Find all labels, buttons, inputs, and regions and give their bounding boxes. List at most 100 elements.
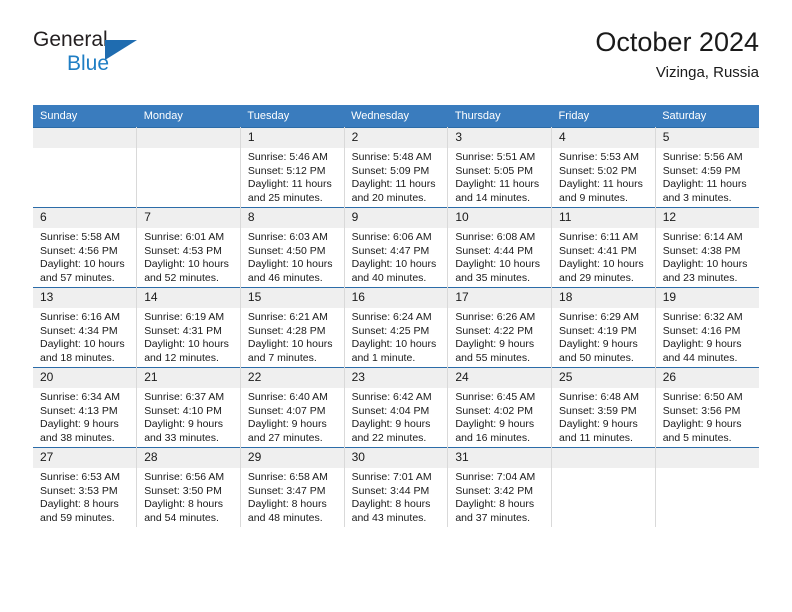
- sunset-text: Sunset: 4:25 PM: [351, 324, 430, 337]
- daylight-text: Daylight: 10 hours and 35 minutes.: [455, 258, 540, 284]
- general-blue-logo[interactable]: General Blue: [33, 28, 163, 84]
- daylight-text: Daylight: 11 hours and 3 minutes.: [662, 178, 747, 204]
- day-details: Sunrise: 6:21 AM Sunset: 4:28 PM Daylight:…: [241, 308, 344, 365]
- day-number: 26: [655, 368, 759, 388]
- calendar-day-cell[interactable]: 10 Sunrise: 6:08 AM Sunset: 4:44 PM Dayligh…: [447, 207, 553, 288]
- calendar-day-cell[interactable]: 20 Sunrise: 6:34 AM Sunset: 4:13 PM Dayligh…: [33, 367, 138, 448]
- calendar-day-cell[interactable]: 24 Sunrise: 6:45 AM Sunset: 4:02 PM Dayligh…: [447, 367, 553, 448]
- calendar-day-cell[interactable]: 3 Sunrise: 5:51 AM Sunset: 5:05 PM Daylight…: [447, 127, 553, 208]
- sunset-text: Sunset: 3:44 PM: [351, 484, 430, 497]
- daylight-text: Daylight: 11 hours and 25 minutes.: [247, 178, 332, 204]
- sunset-text: Sunset: 4:56 PM: [40, 244, 118, 257]
- daylight-text: Daylight: 10 hours and 52 minutes.: [144, 258, 229, 284]
- calendar-cell-empty: [655, 447, 759, 527]
- calendar-day-cell[interactable]: 4 Sunrise: 5:53 AM Sunset: 5:02 PM Daylight…: [551, 127, 656, 208]
- calendar-day-cell[interactable]: 6 Sunrise: 5:58 AM Sunset: 4:56 PM Daylight…: [33, 207, 138, 288]
- calendar-day-cell[interactable]: 22 Sunrise: 6:40 AM Sunset: 4:07 PM Dayligh…: [240, 367, 345, 448]
- calendar-cell-empty: [136, 127, 241, 208]
- sunset-text: Sunset: 4:02 PM: [455, 404, 533, 417]
- sunrise-text: Sunrise: 6:29 AM: [559, 311, 639, 323]
- daylight-text: Daylight: 9 hours and 38 minutes.: [40, 418, 119, 444]
- weekday-header-row: Sunday Monday Tuesday Wednesday Thursday…: [33, 105, 759, 128]
- daylight-text: Daylight: 11 hours and 9 minutes.: [559, 178, 643, 204]
- day-number: 30: [344, 448, 448, 468]
- day-number: 11: [552, 208, 655, 228]
- day-number: 29: [240, 448, 344, 468]
- sunrise-text: Sunrise: 7:04 AM: [455, 471, 536, 483]
- calendar-day-cell[interactable]: 1 Sunrise: 5:46 AM Sunset: 5:12 PM Daylight…: [240, 127, 345, 208]
- calendar-week-row: 27 Sunrise: 6:53 AM Sunset: 3:53 PM Dayligh…: [33, 447, 759, 527]
- calendar-day-cell[interactable]: 5 Sunrise: 5:56 AM Sunset: 4:59 PM Daylight…: [655, 127, 759, 208]
- sunrise-text: Sunrise: 6:53 AM: [40, 471, 120, 483]
- day-number: 4: [552, 128, 655, 148]
- day-details: Sunrise: 6:11 AM Sunset: 4:41 PM Daylight:…: [552, 228, 655, 285]
- calendar-day-cell[interactable]: 29 Sunrise: 6:58 AM Sunset: 3:47 PM Dayligh…: [240, 447, 345, 527]
- sunrise-text: Sunrise: 6:08 AM: [455, 231, 536, 243]
- sunrise-text: Sunrise: 6:50 AM: [662, 391, 743, 403]
- calendar-day-cell[interactable]: 27 Sunrise: 6:53 AM Sunset: 3:53 PM Dayligh…: [33, 447, 138, 527]
- calendar-day-cell[interactable]: 31 Sunrise: 7:04 AM Sunset: 3:42 PM Dayligh…: [447, 447, 553, 527]
- title-block: October 2024 Vizinga, Russia: [595, 26, 759, 83]
- sunset-text: Sunset: 4:44 PM: [455, 244, 533, 257]
- sunset-text: Sunset: 4:50 PM: [247, 244, 326, 257]
- day-details: Sunrise: 5:58 AM Sunset: 4:56 PM Daylight:…: [33, 228, 136, 285]
- calendar-day-cell[interactable]: 16 Sunrise: 6:24 AM Sunset: 4:25 PM Dayligh…: [344, 287, 449, 368]
- daylight-text: Daylight: 8 hours and 59 minutes.: [40, 498, 119, 524]
- sunset-text: Sunset: 4:16 PM: [662, 324, 741, 337]
- weekday-header-tuesday: Tuesday: [240, 105, 345, 128]
- calendar-day-cell[interactable]: 21 Sunrise: 6:37 AM Sunset: 4:10 PM Dayligh…: [136, 367, 241, 448]
- sunrise-text: Sunrise: 6:14 AM: [662, 231, 743, 243]
- day-details: Sunrise: 6:50 AM Sunset: 3:56 PM Daylight:…: [656, 388, 759, 445]
- calendar-day-cell[interactable]: 26 Sunrise: 6:50 AM Sunset: 3:56 PM Dayligh…: [655, 367, 759, 448]
- calendar-day-cell[interactable]: 8 Sunrise: 6:03 AM Sunset: 4:50 PM Daylight…: [240, 207, 345, 288]
- sunrise-text: Sunrise: 6:21 AM: [247, 311, 328, 323]
- sunset-text: Sunset: 4:10 PM: [144, 404, 222, 417]
- calendar-day-cell[interactable]: 7 Sunrise: 6:01 AM Sunset: 4:53 PM Daylight…: [136, 207, 241, 288]
- daylight-text: Daylight: 10 hours and 29 minutes.: [559, 258, 644, 284]
- daylight-text: Daylight: 9 hours and 22 minutes.: [351, 418, 431, 444]
- calendar-day-cell[interactable]: 30 Sunrise: 7:01 AM Sunset: 3:44 PM Dayligh…: [344, 447, 449, 527]
- daylight-text: Daylight: 8 hours and 43 minutes.: [351, 498, 431, 524]
- calendar-cell-empty: [551, 447, 656, 527]
- calendar-week-row: 6 Sunrise: 5:58 AM Sunset: 4:56 PM Daylight…: [33, 207, 759, 288]
- sunset-text: Sunset: 3:59 PM: [559, 404, 637, 417]
- calendar-week-row: 20 Sunrise: 6:34 AM Sunset: 4:13 PM Dayligh…: [33, 367, 759, 448]
- day-details: Sunrise: 5:46 AM Sunset: 5:12 PM Daylight:…: [241, 148, 344, 205]
- sunset-text: Sunset: 4:13 PM: [40, 404, 118, 417]
- day-number: 19: [655, 288, 759, 308]
- weekday-header-saturday: Saturday: [655, 105, 759, 128]
- calendar-day-cell[interactable]: 25 Sunrise: 6:48 AM Sunset: 3:59 PM Dayligh…: [551, 367, 656, 448]
- calendar-day-cell[interactable]: 17 Sunrise: 6:26 AM Sunset: 4:22 PM Dayligh…: [447, 287, 553, 368]
- page-header: General Blue October 2024 Vizinga, Russi…: [33, 26, 759, 98]
- day-details: Sunrise: 6:32 AM Sunset: 4:16 PM Daylight:…: [656, 308, 759, 365]
- calendar-day-cell[interactable]: 18 Sunrise: 6:29 AM Sunset: 4:19 PM Dayligh…: [551, 287, 656, 368]
- calendar-cell-empty: [33, 127, 138, 208]
- sunset-text: Sunset: 3:42 PM: [455, 484, 533, 497]
- daylight-text: Daylight: 11 hours and 20 minutes.: [351, 178, 436, 204]
- calendar-day-cell[interactable]: 28 Sunrise: 6:56 AM Sunset: 3:50 PM Dayligh…: [136, 447, 241, 527]
- day-details: Sunrise: 6:06 AM Sunset: 4:47 PM Daylight:…: [345, 228, 448, 285]
- day-details: Sunrise: 5:51 AM Sunset: 5:05 PM Daylight:…: [448, 148, 551, 205]
- calendar-day-cell[interactable]: 19 Sunrise: 6:32 AM Sunset: 4:16 PM Dayligh…: [655, 287, 759, 368]
- day-number: 18: [552, 288, 655, 308]
- calendar-day-cell[interactable]: 12 Sunrise: 6:14 AM Sunset: 4:38 PM Dayligh…: [655, 207, 759, 288]
- calendar-day-cell[interactable]: 23 Sunrise: 6:42 AM Sunset: 4:04 PM Dayligh…: [344, 367, 449, 448]
- day-number: 16: [344, 288, 448, 308]
- sunrise-text: Sunrise: 7:01 AM: [351, 471, 432, 483]
- calendar-day-cell[interactable]: 14 Sunrise: 6:19 AM Sunset: 4:31 PM Dayligh…: [136, 287, 241, 368]
- daylight-text: Daylight: 9 hours and 16 minutes.: [455, 418, 535, 444]
- calendar-day-cell[interactable]: 9 Sunrise: 6:06 AM Sunset: 4:47 PM Daylight…: [344, 207, 449, 288]
- day-details: Sunrise: 6:37 AM Sunset: 4:10 PM Daylight:…: [137, 388, 240, 445]
- calendar-day-cell[interactable]: 15 Sunrise: 6:21 AM Sunset: 4:28 PM Dayligh…: [240, 287, 345, 368]
- day-number: 15: [240, 288, 344, 308]
- calendar-day-cell[interactable]: 13 Sunrise: 6:16 AM Sunset: 4:34 PM Dayligh…: [33, 287, 138, 368]
- calendar-page: General Blue October 2024 Vizinga, Russi…: [0, 0, 792, 612]
- day-number: 23: [344, 368, 448, 388]
- day-details: Sunrise: 6:29 AM Sunset: 4:19 PM Daylight:…: [552, 308, 655, 365]
- calendar-day-cell[interactable]: 2 Sunrise: 5:48 AM Sunset: 5:09 PM Daylight…: [344, 127, 449, 208]
- day-number: 17: [448, 288, 552, 308]
- sunrise-text: Sunrise: 6:06 AM: [351, 231, 432, 243]
- calendar-day-cell[interactable]: 11 Sunrise: 6:11 AM Sunset: 4:41 PM Dayligh…: [551, 207, 656, 288]
- day-number: 3: [448, 128, 552, 148]
- sunset-text: Sunset: 4:28 PM: [247, 324, 326, 337]
